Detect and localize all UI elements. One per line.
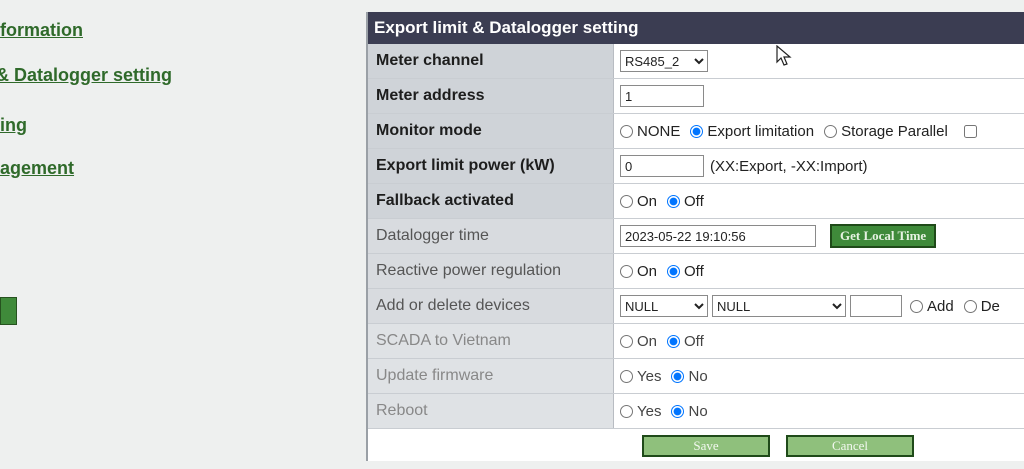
fallback-on-radio[interactable] xyxy=(620,194,633,208)
reactive-on[interactable]: On xyxy=(620,263,657,280)
device-model-select[interactable]: NULL xyxy=(712,295,846,317)
nav-link-information[interactable]: formation xyxy=(0,20,83,41)
mouse-pointer-icon xyxy=(776,45,792,66)
device-delete[interactable]: De xyxy=(963,298,1000,315)
row-scada: SCADA to Vietnam On Off xyxy=(368,324,1024,359)
fallback-off-radio[interactable] xyxy=(667,194,681,208)
nav-green-button[interactable] xyxy=(0,297,17,325)
reactive-off-radio[interactable] xyxy=(667,264,681,278)
device-delete-radio[interactable] xyxy=(963,299,977,313)
reactive-off[interactable]: Off xyxy=(667,263,704,280)
scada-label: SCADA to Vietnam xyxy=(368,324,614,358)
reboot-yes-radio[interactable] xyxy=(620,404,633,418)
settings-panel: Export limit & Datalogger setting Meter … xyxy=(366,12,1024,461)
reactive-power-label: Reactive power regulation xyxy=(368,254,614,288)
monitor-mode-label: Monitor mode xyxy=(368,114,614,148)
nav-link-management[interactable]: agement xyxy=(0,158,74,179)
scada-off[interactable]: Off xyxy=(667,333,704,350)
reactive-on-radio[interactable] xyxy=(620,264,633,278)
scada-on[interactable]: On xyxy=(620,333,657,350)
monitor-mode-none-radio[interactable] xyxy=(620,124,633,138)
nav-link-setting[interactable]: ing xyxy=(0,115,27,136)
device-add-radio[interactable] xyxy=(910,299,923,313)
datalogger-time-label: Datalogger time xyxy=(368,219,614,253)
meter-channel-label: Meter channel xyxy=(368,44,614,78)
export-limit-note: (XX:Export, -XX:Import) xyxy=(710,157,868,175)
monitor-mode-storage[interactable]: Storage Parallel xyxy=(824,123,948,140)
panel-title: Export limit & Datalogger setting xyxy=(368,12,1024,44)
get-local-time-button[interactable]: Get Local Time xyxy=(830,224,937,248)
monitor-mode-storage-radio[interactable] xyxy=(824,124,838,138)
row-add-delete-devices: Add or delete devices NULL NULL Add De xyxy=(368,289,1024,324)
nav-link-datalogger-setting[interactable]: & Datalogger setting xyxy=(0,65,172,86)
export-limit-power-label: Export limit power (kW) xyxy=(368,149,614,183)
reboot-yes[interactable]: Yes xyxy=(620,403,661,420)
side-navigation: formation & Datalogger setting ing ageme… xyxy=(0,0,360,461)
device-type-select[interactable]: NULL xyxy=(620,295,708,317)
meter-address-input[interactable] xyxy=(620,85,704,107)
row-datalogger-time: Datalogger time Get Local Time xyxy=(368,219,1024,254)
fallback-label: Fallback activated xyxy=(368,184,614,218)
monitor-mode-export[interactable]: Export limitation xyxy=(690,123,814,140)
fallback-off[interactable]: Off xyxy=(667,193,704,210)
save-button[interactable]: Save xyxy=(642,435,770,457)
firmware-no[interactable]: No xyxy=(671,368,708,385)
row-monitor-mode: Monitor mode NONE Export limitation Stor… xyxy=(368,114,1024,149)
datalogger-time-input[interactable] xyxy=(620,225,816,247)
monitor-mode-none[interactable]: NONE xyxy=(620,123,680,140)
reboot-no[interactable]: No xyxy=(671,403,708,420)
row-export-limit-power: Export limit power (kW) (XX:Export, -XX:… xyxy=(368,149,1024,184)
add-delete-label: Add or delete devices xyxy=(368,289,614,323)
export-limit-power-input[interactable] xyxy=(620,155,704,177)
monitor-mode-checkbox[interactable] xyxy=(963,124,977,138)
monitor-mode-export-radio[interactable] xyxy=(690,124,704,138)
update-firmware-label: Update firmware xyxy=(368,359,614,393)
reboot-no-radio[interactable] xyxy=(671,404,685,418)
device-address-input[interactable] xyxy=(850,295,902,317)
form-actions: Save Cancel xyxy=(368,429,1024,469)
cancel-button[interactable]: Cancel xyxy=(786,435,914,457)
row-meter-address: Meter address xyxy=(368,79,1024,114)
scada-on-radio[interactable] xyxy=(620,334,633,348)
firmware-yes-radio[interactable] xyxy=(620,369,633,383)
meter-channel-select[interactable]: RS485_2 xyxy=(620,50,708,72)
scada-off-radio[interactable] xyxy=(667,334,681,348)
row-fallback: Fallback activated On Off xyxy=(368,184,1024,219)
fallback-on[interactable]: On xyxy=(620,193,657,210)
row-meter-channel: Meter channel RS485_2 xyxy=(368,44,1024,79)
row-update-firmware: Update firmware Yes No xyxy=(368,359,1024,394)
firmware-yes[interactable]: Yes xyxy=(620,368,661,385)
firmware-no-radio[interactable] xyxy=(671,369,685,383)
row-reactive-power: Reactive power regulation On Off xyxy=(368,254,1024,289)
meter-address-label: Meter address xyxy=(368,79,614,113)
row-reboot: Reboot Yes No xyxy=(368,394,1024,429)
device-add[interactable]: Add xyxy=(910,298,954,315)
reboot-label: Reboot xyxy=(368,394,614,428)
